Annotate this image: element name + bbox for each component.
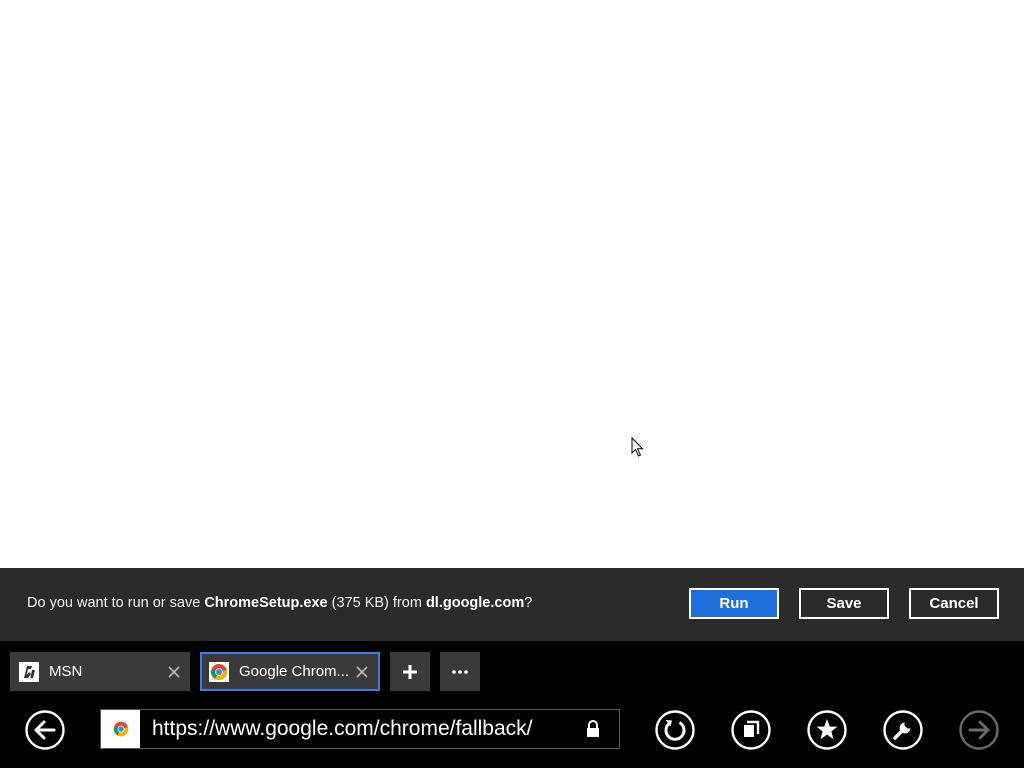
pin-icon <box>731 710 771 750</box>
address-bar[interactable] <box>100 709 620 749</box>
download-domain: dl.google.com <box>425 595 525 611</box>
back-arrow-icon <box>25 710 65 750</box>
close-tab-icon[interactable] <box>354 664 370 680</box>
tab-tools-button[interactable] <box>440 652 480 691</box>
wrench-icon <box>883 710 923 750</box>
more-icon <box>452 669 468 674</box>
lock-icon[interactable] <box>583 719 603 739</box>
msn-icon <box>19 661 39 682</box>
chrome-icon <box>209 661 229 682</box>
back-button[interactable] <box>25 710 65 750</box>
download-size: (375 KB) from <box>327 595 426 611</box>
tab-title-google-chrome: Google Chrom... <box>239 663 350 680</box>
tab-msn[interactable]: MSN <box>10 652 190 691</box>
run-button[interactable]: Run <box>689 588 779 619</box>
refresh-button[interactable] <box>655 710 695 750</box>
tab-google-chrome[interactable]: Google Chrom... <box>200 652 380 691</box>
page-content <box>0 0 1024 568</box>
url-input[interactable] <box>152 717 583 741</box>
forward-button[interactable] <box>959 710 999 750</box>
download-message-suffix: ? <box>524 595 533 611</box>
refresh-icon <box>655 710 695 750</box>
chrome-icon <box>101 710 140 748</box>
cancel-button[interactable]: Cancel <box>909 588 999 619</box>
tab-title-msn: MSN <box>49 663 83 680</box>
plus-icon <box>403 664 417 679</box>
app-bar: MSN Google Chrom... <box>0 641 1024 768</box>
download-message-prefix: Do you want to run or save <box>27 595 205 611</box>
new-tab-button[interactable] <box>390 652 430 691</box>
star-icon <box>807 710 847 750</box>
download-filename: ChromeSetup.exe <box>204 595 328 611</box>
download-notification-bar: Do you want to run or save ChromeSetup.e… <box>0 568 1024 641</box>
forward-arrow-icon <box>959 710 999 750</box>
mouse-cursor-icon <box>631 437 644 457</box>
favorites-button[interactable] <box>807 710 847 750</box>
download-message: Do you want to run or save ChromeSetup.e… <box>27 595 532 611</box>
close-tab-icon[interactable] <box>166 664 182 680</box>
save-button[interactable]: Save <box>799 588 889 619</box>
page-tools-button[interactable] <box>883 710 923 750</box>
pin-site-button[interactable] <box>731 710 771 750</box>
